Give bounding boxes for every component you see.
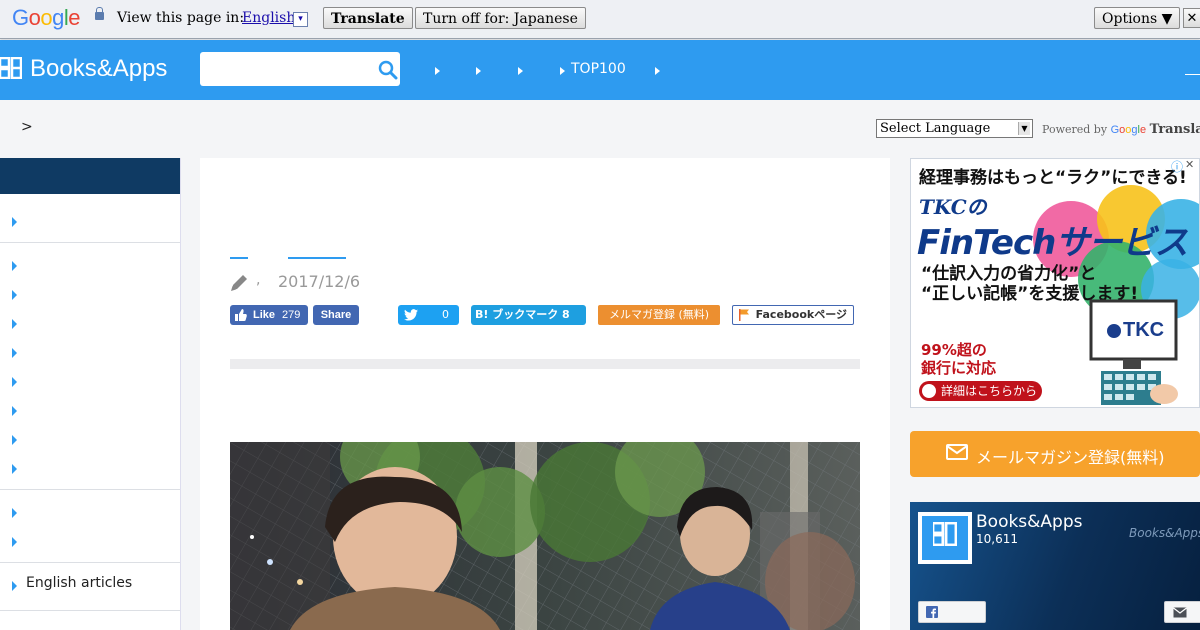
sidebar-item-arrow-icon[interactable] [12, 406, 17, 416]
options-button[interactable]: Options ▼ [1094, 7, 1181, 29]
site-header: Books&Apps TOP100 [0, 40, 1200, 100]
lock-icon [95, 7, 104, 20]
play-icon [922, 384, 936, 398]
google-mini-logo: Google [1110, 124, 1147, 136]
nav-item-2-arrow-icon[interactable] [476, 67, 481, 75]
language-select[interactable]: Select Language ▼ [876, 119, 1033, 138]
sidebar-divider [0, 489, 180, 490]
facebook-page-widget[interactable]: Books&Apps 10,611 Books&Apps [910, 502, 1200, 630]
nav-item-3-arrow-icon[interactable] [518, 67, 523, 75]
mail-magazine-signup-button[interactable]: メールマガジン登録(無料) [910, 431, 1200, 477]
category-link-underline[interactable] [230, 257, 248, 259]
sidebar-item-english-articles[interactable]: English articles [26, 575, 132, 591]
ad-headline: 経理事務はもっと“ラク”にできる! [919, 168, 1187, 188]
envelope-icon [1173, 607, 1187, 618]
sidebar-item-arrow-icon[interactable] [12, 377, 17, 387]
chevron-down-icon[interactable]: ▼ [1018, 122, 1030, 135]
sidebar-item-english-arrow-icon[interactable] [12, 581, 17, 591]
page-like-count: 10,611 [976, 532, 1018, 546]
article-main: , 2017/12/6 Like 279 Share 0 B! ブックマーク 8… [200, 158, 890, 630]
powered-by-google-translate[interactable]: Powered by Google Translate [1042, 122, 1200, 137]
nav-item-top100[interactable]: TOP100 [571, 61, 626, 77]
facebook-icon [926, 606, 938, 618]
header-underline [1185, 74, 1200, 75]
sidebar-divider [0, 610, 180, 611]
thumbs-up-icon [235, 309, 247, 321]
computer-monitor-icon [1089, 299, 1178, 405]
sidebar-item-arrow-icon[interactable] [12, 261, 17, 271]
turn-off-button[interactable]: Turn off for: Japanese [415, 7, 586, 29]
brand-name[interactable]: Books&Apps [30, 55, 167, 83]
flag-icon [739, 309, 749, 321]
google-logo: Google [12, 5, 81, 30]
page-cover-watermark: Books&Apps [1129, 526, 1200, 540]
sidebar-item-arrow-icon[interactable] [12, 537, 17, 547]
tweet-count: 0 [442, 308, 449, 321]
sidebar-item-arrow-icon[interactable] [12, 435, 17, 445]
envelope-icon [946, 444, 968, 460]
publish-date: 2017/12/6 [278, 272, 361, 291]
sidebar-item-arrow-icon[interactable] [12, 464, 17, 474]
facebook-page-button[interactable]: Facebookページ [732, 305, 854, 325]
article-divider-bar [230, 359, 860, 369]
mailmag-signup-button[interactable]: メルマガ登録 (無料) [598, 305, 720, 325]
page-avatar[interactable] [918, 512, 972, 564]
translate-button[interactable]: Translate [323, 7, 413, 29]
translate-prompt: View this page in: [117, 10, 245, 26]
nav-item-1-arrow-icon[interactable] [435, 67, 440, 75]
meta-separator: , [256, 272, 261, 288]
sidebar-item-arrow-icon[interactable] [12, 348, 17, 358]
google-translate-bar: Google View this page in: English ▾ Tran… [0, 0, 1200, 39]
sidebar-item-arrow-icon[interactable] [12, 319, 17, 329]
breadcrumb[interactable]: > [21, 119, 33, 135]
books-apps-logo-icon[interactable] [0, 57, 22, 79]
author-link-underline[interactable] [288, 257, 346, 259]
language-link[interactable]: English [242, 10, 295, 26]
language-select-value: Select Language [880, 121, 991, 136]
tweet-button[interactable]: 0 [398, 305, 459, 325]
facebook-like-page-button[interactable] [918, 601, 986, 623]
sidebar-item-arrow-icon[interactable] [12, 290, 17, 300]
ad-bank-coverage-2: 銀行に対応 [921, 359, 997, 377]
page-name[interactable]: Books&Apps [976, 512, 1083, 532]
sidebar-divider [0, 242, 180, 243]
nav-item-top100-arrow-icon[interactable] [560, 67, 565, 75]
sidebar-item-arrow-icon[interactable] [12, 508, 17, 518]
twitter-bird-icon [404, 309, 418, 321]
pencil-icon [231, 275, 247, 291]
books-apps-logo-icon [933, 522, 957, 546]
language-dropdown-icon[interactable]: ▾ [293, 12, 308, 27]
search-icon[interactable] [378, 60, 398, 80]
facebook-share-button[interactable]: Share [313, 305, 359, 325]
search-input[interactable] [200, 52, 400, 86]
ad-choices-icon[interactable]: ⓘ ✕ [1171, 159, 1197, 174]
facebook-like-button[interactable]: Like 279 [230, 305, 308, 325]
ad-brand: TKC [1107, 319, 1164, 342]
sidebar: English articles [0, 158, 181, 630]
sidebar-item-arrow-icon[interactable] [12, 217, 17, 227]
article-photo [230, 442, 860, 630]
sidebar-header [0, 158, 180, 194]
sidebar-divider [0, 562, 180, 563]
close-translate-bar-icon[interactable]: ✕ [1183, 8, 1200, 28]
advertisement-banner[interactable]: 経理事務はもっと“ラク”にできる! TKCの FinTechサービス “仕訳入力… [910, 158, 1200, 408]
ad-details-button[interactable]: 詳細はこちらから [919, 381, 1042, 401]
facebook-message-button[interactable] [1164, 601, 1200, 623]
nav-item-5-arrow-icon[interactable] [655, 67, 660, 75]
facebook-like-count: 279 [282, 309, 301, 321]
ad-fintech-title: FinTechサービス [917, 223, 1188, 263]
hatena-bookmark-button[interactable]: B! ブックマーク 8 [471, 305, 586, 325]
